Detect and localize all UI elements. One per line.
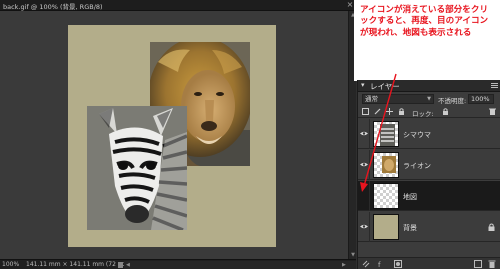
- svg-text:f: f: [378, 261, 381, 268]
- visibility-toggle[interactable]: [358, 181, 370, 211]
- brush-icon[interactable]: [374, 108, 381, 115]
- layer-thumbnail-lion: [373, 152, 399, 178]
- horizontal-scrollbar[interactable]: ◀ ▶: [124, 261, 356, 269]
- layer-name: 地図: [403, 193, 417, 201]
- layer-thumbnail-background: [373, 214, 399, 240]
- zoom-level[interactable]: 100%: [2, 261, 19, 268]
- chevron-down-icon: ▼: [427, 96, 431, 102]
- lock-icon: [488, 223, 495, 231]
- layer-name: ライオン: [403, 162, 431, 170]
- new-layer-icon[interactable]: [362, 108, 369, 115]
- layers-panel: ▾ レイヤー 通常 ▼ 不透明度: 100% ロック: シマウマ ライオン 地図…: [357, 80, 500, 269]
- eye-icon[interactable]: [360, 162, 368, 167]
- trash-icon[interactable]: [488, 260, 496, 268]
- move-icon[interactable]: [386, 108, 393, 115]
- layers-panel-footer: f: [358, 257, 500, 269]
- blend-row: 通常 ▼ 不透明度: 100%: [358, 93, 500, 105]
- collapse-arrow-icon[interactable]: ▾: [361, 81, 365, 89]
- link-icon[interactable]: [362, 260, 370, 268]
- blend-mode-select[interactable]: 通常 ▼: [362, 94, 434, 104]
- annotation-text: アイコンが消えている部分をクリックすると、再度、目のアイコンが現われ、地図も表示…: [360, 5, 489, 38]
- opacity-input[interactable]: 100%: [468, 94, 494, 104]
- zebra-image: [87, 106, 187, 230]
- lock-icon[interactable]: [442, 108, 449, 115]
- scroll-right-icon[interactable]: ▶: [342, 261, 346, 269]
- layer-thumbnail-zebra: [373, 121, 399, 147]
- close-icon[interactable]: ×: [346, 1, 354, 9]
- scroll-down-icon[interactable]: ▼: [350, 252, 356, 258]
- status-menu-arrow-icon[interactable]: [118, 262, 123, 268]
- layers-panel-title: レイヤー: [370, 82, 400, 91]
- status-bar: 100% 141.11 mm × 141.11 mm (72 ppi) ◀ ▶: [0, 259, 356, 269]
- blend-mode-value: 通常: [365, 95, 378, 103]
- trash-icon[interactable]: [489, 108, 496, 115]
- layers-panel-header: ▾ レイヤー: [358, 80, 500, 92]
- layer-name: シマウマ: [403, 131, 431, 139]
- visibility-toggle[interactable]: [358, 150, 370, 180]
- photo-editor-window: back.gif @ 100% (背景, RGB/8) × ▲ ▼ 100% 1…: [0, 0, 500, 269]
- document-title-bar: back.gif @ 100% (背景, RGB/8) ×: [0, 0, 356, 11]
- layer-name: 背景: [403, 224, 417, 232]
- layer-row-background[interactable]: 背景: [358, 212, 500, 242]
- opacity-label: 不透明度:: [438, 97, 467, 105]
- eye-icon[interactable]: [360, 224, 368, 229]
- layer-thumbnail-map: [373, 183, 399, 209]
- lock-transparency-icon[interactable]: [398, 108, 405, 115]
- layer-tool-row: ロック:: [358, 106, 500, 118]
- document-dimensions: 141.11 mm × 141.11 mm (72 ppi): [26, 261, 130, 268]
- layer-row-lion[interactable]: ライオン: [358, 150, 500, 180]
- new-layer-icon[interactable]: [474, 260, 482, 268]
- layer-row-map[interactable]: 地図: [358, 181, 500, 211]
- eye-icon[interactable]: [360, 131, 368, 136]
- lock-label: ロック:: [412, 110, 434, 118]
- layer-row-zebra[interactable]: シマウマ: [358, 119, 500, 149]
- scroll-left-icon[interactable]: ◀: [126, 261, 130, 269]
- mask-icon[interactable]: [394, 260, 402, 268]
- visibility-toggle[interactable]: [358, 119, 370, 149]
- annotation-callout: アイコンが消えている部分をクリックすると、再度、目のアイコンが現われ、地図も表示…: [354, 0, 500, 81]
- document-title: back.gif @ 100% (背景, RGB/8): [3, 3, 103, 11]
- panel-menu-icon[interactable]: [491, 82, 498, 89]
- fx-icon[interactable]: f: [378, 260, 386, 268]
- visibility-toggle[interactable]: [358, 212, 370, 242]
